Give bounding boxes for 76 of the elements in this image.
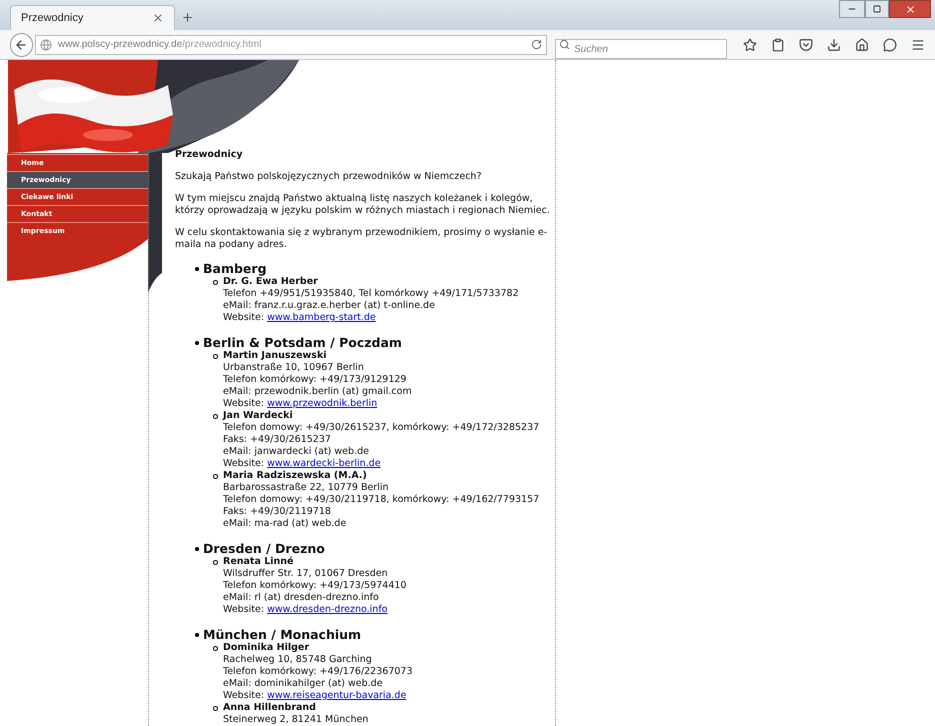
- website-label: Website:: [223, 690, 264, 701]
- home-icon[interactable]: [855, 38, 869, 52]
- website-link[interactable]: www.wardecki-berlin.de: [267, 458, 381, 469]
- search-field[interactable]: Suchen: [555, 39, 727, 59]
- pocket-icon[interactable]: [799, 38, 813, 52]
- contact-line: eMail: franz.r.u.graz.e.herber (at) t-online.de: [223, 300, 436, 312]
- bullet-icon: [195, 632, 199, 636]
- guide-name: Maria Radziszewska (M.A.): [223, 470, 368, 482]
- circle-bullet-icon: [213, 560, 218, 565]
- city-heading: München / Monachium: [203, 627, 362, 642]
- reload-icon[interactable]: [531, 39, 542, 50]
- contact-line: eMail: rl (at) dresden-drezno.info: [223, 592, 380, 604]
- chat-icon[interactable]: [883, 38, 897, 52]
- website-label: Website:: [223, 604, 264, 615]
- search-icon: [559, 38, 570, 50]
- circle-bullet-icon: [213, 354, 218, 359]
- close-icon[interactable]: [152, 12, 164, 24]
- guide-name: Renata Linné: [223, 556, 294, 568]
- contact-line: Wilsdruffer Str. 17, 01067 Dresden: [223, 568, 389, 580]
- maximize-icon: [873, 5, 881, 13]
- contact-line: Telefon +49/951/51935840, Tel komórkowy +49/171/5733782: [223, 288, 520, 300]
- url-text: www.polscy-przewodnicy.de/przewodnicy.html: [58, 38, 262, 52]
- circle-bullet-icon: [213, 646, 218, 651]
- close-window-button[interactable]: [889, 0, 931, 18]
- guide-name: Jan Wardecki: [223, 410, 294, 422]
- guide-name: Anna Hillenbrand: [223, 702, 317, 714]
- contact-line: Urbanstraße 10, 10967 Berlin: [223, 362, 365, 374]
- maximize-button[interactable]: [865, 0, 889, 18]
- globe-icon: [40, 38, 52, 50]
- website-link[interactable]: www.przewodnik.berlin: [267, 398, 378, 409]
- circle-bullet-icon: [213, 280, 218, 285]
- contact-line: Steinerweg 2, 81241 München: [223, 714, 370, 726]
- circle-bullet-icon: [213, 414, 218, 419]
- address-field[interactable]: www.polscy-przewodnicy.de/przewodnicy.html: [34, 34, 547, 54]
- website-label: Website:: [223, 312, 264, 323]
- bullet-icon: [195, 340, 199, 344]
- contact-line: eMail: przewodnik.berlin (at) gmail.com: [223, 386, 413, 398]
- contact-line: Rachelweg 10, 85748 Garching: [223, 654, 373, 666]
- contact-line: Faks: +49/30/2615237: [223, 434, 332, 446]
- browser-tab[interactable]: Przewodnicy: [10, 5, 175, 30]
- contact-line: Telefon domowy: +49/30/2119718, komórkowy: +49/162/7793157: [223, 494, 540, 506]
- bullet-icon: [195, 266, 199, 270]
- website-link[interactable]: www.reiseagentur-bavaria.de: [267, 690, 406, 701]
- download-icon[interactable]: [827, 38, 841, 52]
- contact-line: Telefon komórkowy: +49/176/22367073: [223, 666, 414, 678]
- contact-line: Telefon komórkowy: +49/173/5974410: [223, 580, 408, 592]
- back-button[interactable]: [10, 32, 33, 56]
- website-label: Website:: [223, 398, 264, 409]
- guide-name: Dominika Hilger: [223, 642, 310, 654]
- circle-bullet-icon: [213, 474, 218, 479]
- website-link[interactable]: www.bamberg-start.de: [267, 312, 376, 323]
- clipboard-icon[interactable]: [771, 38, 785, 52]
- guide-name: Dr. G. Ewa Herber: [223, 276, 319, 288]
- intro-paragraph: Szukają Państwo polskojęzycznych przewodników w Niemczech?: [175, 171, 482, 183]
- bookmark-star-icon[interactable]: [743, 38, 757, 52]
- intro-paragraph: W tym miejscu znajdą Państwo aktualną listę naszych koleżanek i kolegów, którzy oprowadzają w języku polskim w różnych miastach i regionach Niemiec.: [175, 193, 550, 217]
- bullet-icon: [195, 546, 199, 550]
- close-icon: [904, 4, 916, 14]
- guide-name: Martin Januszewski: [223, 350, 328, 362]
- circle-bullet-icon: [213, 706, 218, 711]
- city-heading: Dresden / Drezno: [203, 541, 325, 556]
- website-label: Website:: [223, 458, 264, 469]
- contact-line: Barbarossastraße 22, 10779 Berlin: [223, 482, 390, 494]
- menu-icon[interactable]: [911, 38, 925, 52]
- website-link[interactable]: www.dresden-drezno.info: [267, 604, 388, 615]
- city-heading: Bamberg: [203, 261, 267, 276]
- city-heading: Berlin & Potsdam / Poczdam: [203, 335, 402, 350]
- contact-line: Telefon komórkowy: +49/173/9129129: [223, 374, 408, 386]
- contact-line: Telefon domowy: +49/30/2615237, komórkowy: +49/172/3285237: [223, 422, 540, 434]
- intro-paragraph: W celu skontaktowania się z wybranym przewodnikiem, prosimy o wysłanie e-maila na podany adres.: [175, 227, 548, 251]
- contact-line: eMail: dominikahilger (at) web.de: [223, 678, 384, 690]
- contact-line: eMail: janwardecki (at) web.de: [223, 446, 370, 458]
- contact-line: Faks: +49/30/2119718: [223, 506, 332, 518]
- new-tab-icon[interactable]: [181, 11, 194, 24]
- page-title: Przewodnicy: [175, 149, 244, 161]
- contact-line: eMail: ma-rad (at) web.de: [223, 518, 348, 530]
